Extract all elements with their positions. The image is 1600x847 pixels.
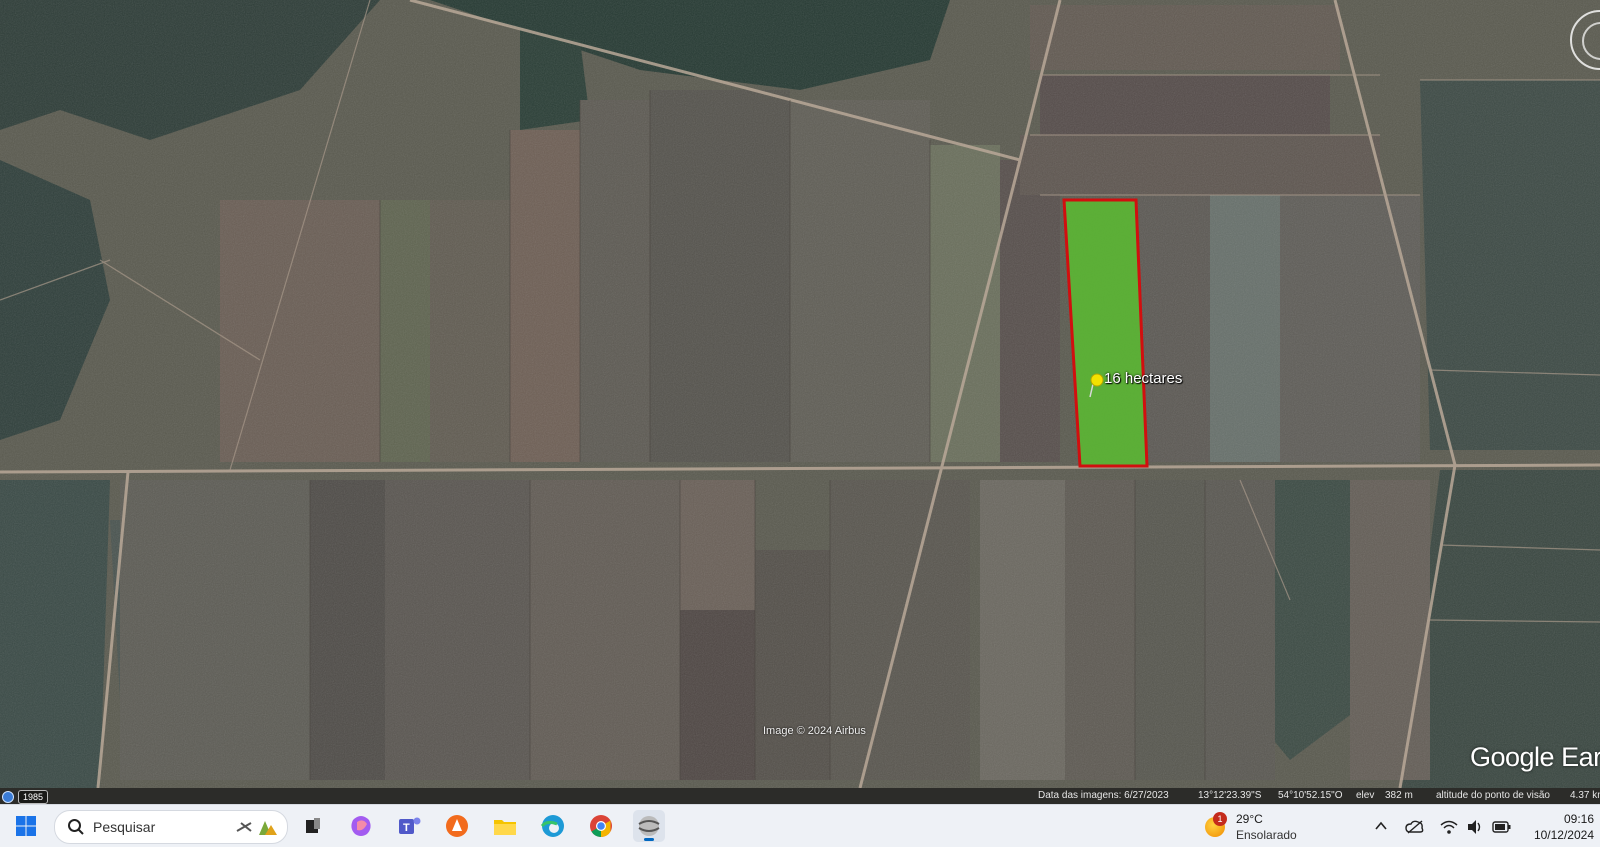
file-explorer-icon [494,820,516,835]
status-bar: 1985 Data das imagens: 6/27/2023 13°12'2… [0,788,1600,804]
battery-icon[interactable] [1492,819,1512,835]
search-highlight-icon [236,821,277,835]
windows-logo-icon [16,816,36,836]
windows-taskbar: Pesquisar T 1 29°C Ensolarado 09:16 10/1… [0,804,1600,847]
elevation-label: elev [1356,790,1375,801]
historical-imagery-icon[interactable] [2,791,14,803]
chrome-icon [590,815,612,837]
eye-altitude-readout: 4.37 km [1570,790,1600,801]
wifi-icon[interactable] [1440,819,1458,835]
placemark-polygon[interactable] [0,0,1600,788]
cloud-sync-icon[interactable] [1405,819,1425,835]
volume-icon[interactable] [1466,819,1484,835]
taskbar-app-avast[interactable] [441,810,473,842]
taskbar-search-box[interactable]: Pesquisar [54,810,288,844]
clock-date[interactable]: 10/12/2024 [1524,828,1594,842]
longitude-readout: 54°10'52.15"O [1278,790,1343,801]
historical-year-badge[interactable]: 1985 [18,790,49,804]
imagery-credit: Image © 2024 Airbus [763,725,866,737]
weather-condition[interactable]: Ensolarado [1236,828,1297,842]
placemark-label[interactable]: 16 hectares [1104,370,1182,387]
chevron-up-icon[interactable] [1374,819,1388,833]
taskbar-app-google-earth[interactable] [633,810,665,842]
search-icon [68,819,84,835]
active-app-indicator [644,838,654,841]
start-button[interactable] [10,810,42,842]
elevation-readout: 382 m [1385,790,1413,801]
edge-icon [540,815,564,837]
search-placeholder: Pesquisar [93,819,156,835]
taskbar-app-copilot[interactable] [345,810,377,842]
weather-alert-badge: 1 [1213,812,1227,826]
eye-altitude-label: altitude do ponto de visão [1436,790,1550,801]
weather-temperature[interactable]: 29°C [1236,812,1263,826]
clock-time[interactable]: 09:16 [1534,812,1594,826]
taskbar-app-file-explorer[interactable] [489,810,521,842]
google-earth-logo: Google Earth [1470,742,1600,772]
latitude-readout: 13°12'23.39"S [1198,790,1262,801]
taskbar-app-edge[interactable] [537,810,569,842]
taskbar-app-teams[interactable]: T [393,810,425,842]
taskbar-app-chrome[interactable] [585,810,617,842]
teams-icon: T [399,817,421,834]
satellite-map-view[interactable]: 16 hectares Image © 2024 Airbus Google E… [0,0,1600,788]
task-view-button[interactable] [297,810,329,842]
avast-icon [446,815,468,837]
svg-text:T: T [403,822,410,834]
copilot-icon [351,816,371,836]
task-view-icon [306,818,320,833]
imagery-date: Data das imagens: 6/27/2023 [1038,790,1169,801]
